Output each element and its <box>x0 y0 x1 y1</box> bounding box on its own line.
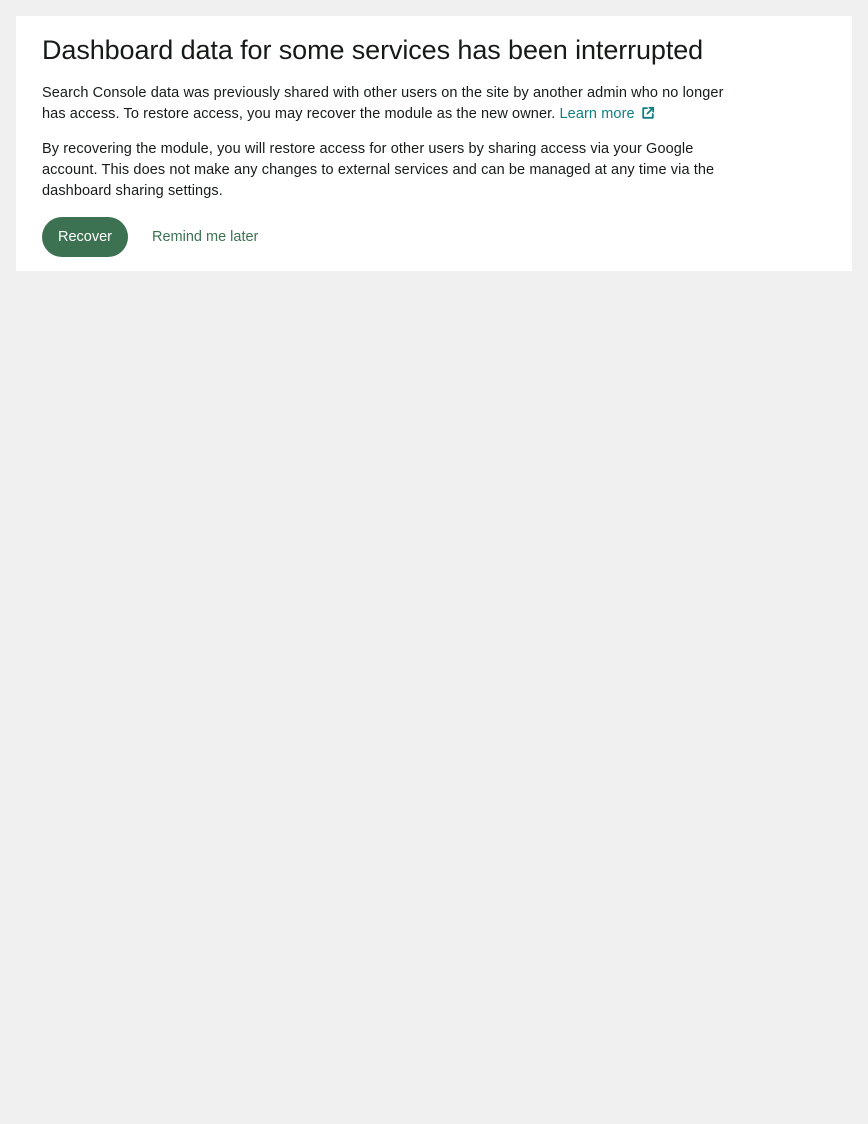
learn-more-label: Learn more <box>559 106 635 122</box>
notice-description: Search Console data was previously share… <box>42 83 742 125</box>
module-recovery-notice: Dashboard data for some services has bee… <box>16 16 852 271</box>
remind-me-later-button[interactable]: Remind me later <box>152 229 258 245</box>
external-link-icon <box>641 106 654 119</box>
notice-recovery-explanation: By recovering the module, you will resto… <box>42 141 715 199</box>
learn-more-link[interactable]: Learn more <box>560 106 655 122</box>
notice-title: Dashboard data for some services has bee… <box>42 35 704 65</box>
notice-actions: Recover Remind me later <box>42 217 826 257</box>
recover-button[interactable]: Recover <box>42 217 128 257</box>
